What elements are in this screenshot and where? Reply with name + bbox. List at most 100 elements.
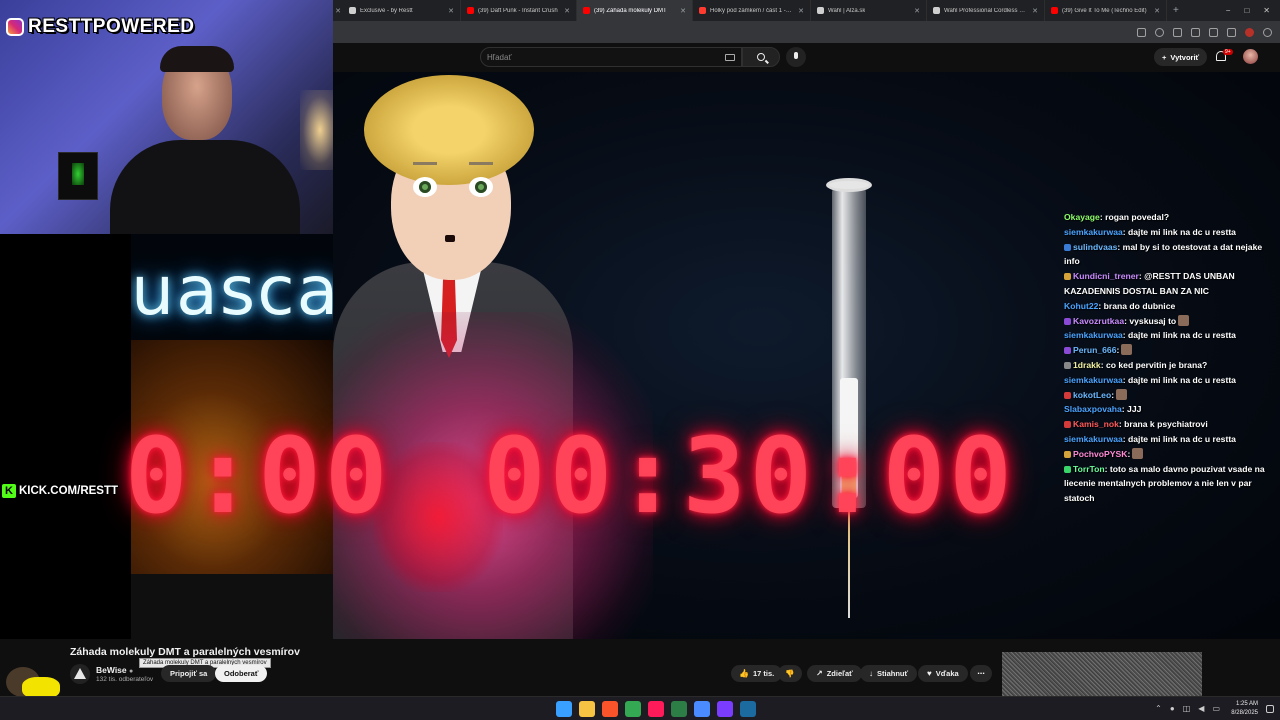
streamer-hair [160, 46, 234, 72]
cartoon-brow-left [413, 162, 437, 165]
bookmark-star-icon[interactable] [1155, 27, 1164, 37]
chat-username[interactable]: kokotLeo [1073, 390, 1111, 400]
browser-tabstrip: ✕ Exclusive - by Restt ✕ (39) Daft Punk - … [333, 0, 1280, 21]
chat-username[interactable]: Slabaxpovaha [1064, 404, 1122, 414]
chat-username[interactable]: 1drakk [1073, 360, 1101, 370]
mic-icon[interactable]: ● [1170, 704, 1175, 713]
extension-icon[interactable] [1173, 27, 1182, 37]
recommended-thumbnail[interactable] [1002, 652, 1202, 696]
browser-tab[interactable]: Exclusive - by Restt ✕ [343, 0, 461, 21]
notification-center-icon[interactable] [1266, 705, 1274, 713]
network-icon[interactable]: ◫ [1183, 704, 1191, 713]
create-button[interactable]: + Vytvoriť [1154, 48, 1208, 66]
search-button[interactable] [742, 47, 780, 67]
chat-username[interactable]: siemkakurwaa [1064, 434, 1123, 444]
taskbar-clock[interactable]: 1:25 AM 8/28/2025 [1231, 700, 1258, 717]
chat-message: TorrTon: toto sa malo davno pouzivat vsa… [1064, 463, 1265, 504]
steam-icon[interactable] [740, 701, 756, 717]
chat-message: siemkakurwaa: dajte mi link na dc u rest… [1064, 433, 1236, 444]
chat-text: JJJ [1124, 404, 1142, 415]
minimize-button[interactable]: − [1226, 6, 1231, 15]
menu-dots-icon[interactable] [1263, 27, 1272, 37]
chat-message: Kamis_nok: brana k psychiatrovi [1064, 417, 1276, 432]
instagram-handle: RESTTPOWERED [28, 16, 195, 37]
tab-close-icon[interactable]: ✕ [1148, 7, 1160, 15]
chat-message: Okayage: rogan povedal? [1064, 212, 1170, 222]
more-actions-button[interactable]: ⋯ [970, 665, 992, 682]
chat-username[interactable]: Kamis_nok [1073, 419, 1119, 429]
tab-close-icon[interactable]: ✕ [792, 7, 804, 15]
like-button[interactable]: 👍 17 tis. [731, 665, 783, 682]
tab-close-icon[interactable]: ✕ [908, 7, 920, 15]
browser-tab[interactable]: (39) Give It To Me (Techno Edit) ✕ [1045, 0, 1167, 21]
chat-username[interactable]: siemkakurwaa [1064, 330, 1123, 340]
browser-tab[interactable]: Wahl Professional Cordless D... ✕ [927, 0, 1045, 21]
windows-start-icon[interactable] [556, 701, 572, 717]
chat-username[interactable]: Kohut22 [1064, 301, 1098, 311]
brave-browser-icon[interactable] [602, 701, 618, 717]
browser-tab[interactable]: (39) Záhada molekuly DMT ✕ [577, 0, 693, 21]
neon-timer: 0:00 00:30:00 [125, 416, 1012, 536]
account-avatar[interactable] [1243, 49, 1258, 64]
share-icon: ↗ [816, 669, 823, 678]
keyboard-icon[interactable] [725, 54, 735, 61]
chat-username[interactable]: sulindvaas [1073, 242, 1117, 252]
chat-username[interactable]: Kundicni_trener [1073, 271, 1139, 281]
chat-username[interactable]: Kavozrutkaa [1073, 316, 1124, 326]
close-window-button[interactable]: ✕ [1263, 6, 1270, 15]
chat-emote-icon [1116, 388, 1128, 400]
install-app-icon[interactable] [1137, 27, 1146, 37]
chat-text: brana k psychiatrovi [1121, 419, 1208, 430]
chrome-icon[interactable] [625, 701, 641, 717]
tab-close-icon[interactable]: ✕ [558, 7, 570, 15]
tab-favicon-icon [817, 7, 824, 14]
puzzle-icon[interactable] [1191, 27, 1200, 37]
chat-username[interactable]: siemkakurwaa [1064, 227, 1123, 237]
dislike-button[interactable]: 👎 [778, 665, 802, 682]
tray-chevron-icon[interactable]: ⌃ [1155, 704, 1162, 713]
profile-avatar[interactable] [1245, 27, 1254, 37]
volume-icon[interactable]: ◀ [1198, 704, 1204, 713]
cartoon-eye-left [413, 177, 437, 197]
screen: uasca 0:00 00:30:00 RESTTPOWERED K KICK.… [0, 0, 1280, 720]
browser-tab[interactable]: (39) Daft Punk - Instant Crush ✕ [461, 0, 577, 21]
kick-badge: K KICK.COM/RESTT [2, 484, 118, 498]
search-input[interactable]: Hľadať [480, 47, 742, 67]
chat-username[interactable]: TorrTon [1073, 464, 1105, 474]
channel-avatar[interactable] [70, 664, 90, 684]
browser-toolbar [333, 21, 1280, 43]
browser-tab[interactable]: Wahl | Alza.sk ✕ [811, 0, 927, 21]
subscribe-button[interactable]: Odoberať [215, 665, 268, 682]
chat-badge-icon [1064, 273, 1071, 281]
notepad-icon[interactable] [694, 701, 710, 717]
voice-search-button[interactable] [786, 47, 806, 67]
join-button[interactable]: Pripojiť sa [161, 665, 217, 682]
maximize-button[interactable]: □ [1244, 6, 1249, 15]
tab-close-icon[interactable]: ✕ [1026, 7, 1038, 15]
instagram-badge: RESTTPOWERED [6, 16, 194, 38]
obs-icon[interactable] [717, 701, 733, 717]
search-placeholder: Hľadať [487, 53, 512, 62]
share-button[interactable]: ↗ Zdieľať [807, 665, 862, 682]
chat-username[interactable]: PochvoPYSK [1073, 449, 1127, 459]
channel-name[interactable]: BeWise ● [96, 665, 133, 675]
chat-message: Kundicni_trener: @RESTT DAS UNBAN KAZADE… [1064, 271, 1235, 296]
file-explorer-icon[interactable] [579, 701, 595, 717]
download-icon[interactable] [1227, 27, 1236, 37]
sidebar-icon[interactable] [1209, 27, 1218, 37]
browser-tab[interactable]: Holky pod zámkem / část 1 - xd ✕ [693, 0, 811, 21]
opera-gx-icon[interactable] [648, 701, 664, 717]
tab-close-icon[interactable]: ✕ [442, 7, 454, 15]
thanks-button[interactable]: ♥ Vďaka [918, 665, 968, 682]
download-button[interactable]: ↓ Stiahnuť [860, 665, 918, 682]
chat-username[interactable]: Okayage [1064, 212, 1100, 222]
search-icon [757, 53, 765, 61]
tab-close-icon[interactable]: ✕ [674, 7, 686, 15]
battery-icon[interactable]: ▭ [1212, 704, 1220, 713]
tab-favicon-icon [933, 7, 940, 14]
chat-username[interactable]: Perun_666 [1073, 345, 1116, 355]
chat-username[interactable]: siemkakurwaa [1064, 375, 1123, 385]
terminal-icon[interactable] [671, 701, 687, 717]
tab-search-icon[interactable]: ✕ [333, 7, 343, 15]
new-tab-button[interactable]: + [1167, 5, 1185, 16]
